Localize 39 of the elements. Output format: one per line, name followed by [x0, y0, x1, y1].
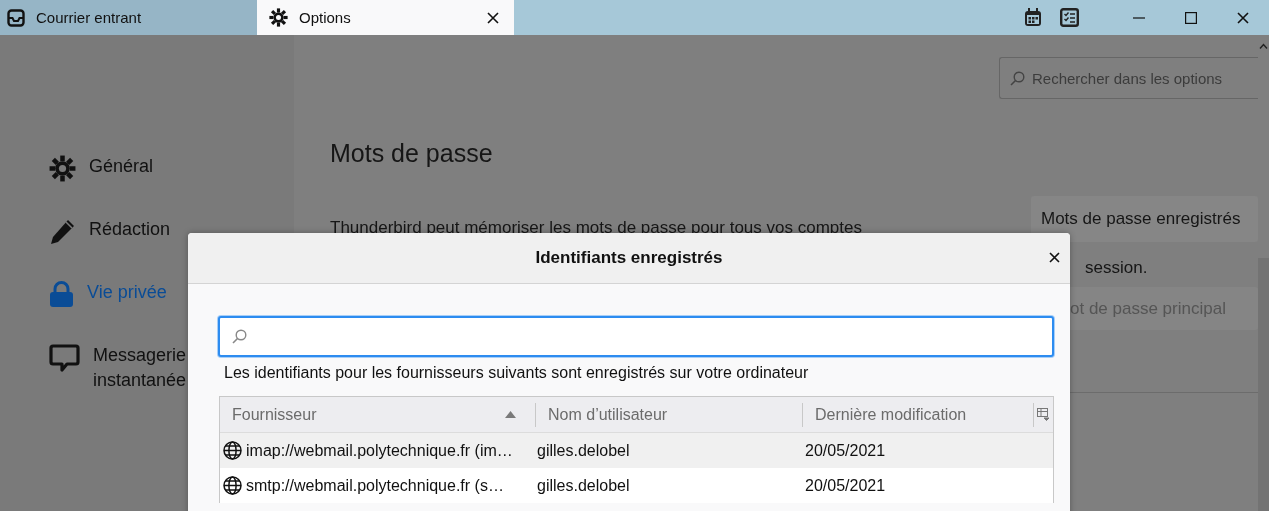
sidebar-item[interactable]: Rédaction	[49, 218, 171, 245]
dialog-title: Identifiants enregistrés	[535, 248, 723, 268]
table-cell: imap://webmail.polytechnique.fr (im…	[246, 441, 513, 460]
column-picker-icon[interactable]	[1037, 408, 1050, 421]
close-icon[interactable]	[486, 10, 500, 25]
maximize-icon[interactable]	[1185, 11, 1197, 24]
info-text: Les identifiants pour les fournisseurs suivants sont enregistrés sur votre ordinateur	[224, 364, 810, 382]
search-field[interactable]: Rechercher dans les options	[999, 57, 1258, 99]
calendar-icon[interactable]	[1024, 8, 1042, 27]
section-heading: Mots de passe	[330, 139, 494, 168]
tab[interactable]: Courrier entrant	[0, 0, 257, 35]
chat-bubble-icon	[49, 344, 80, 373]
table-cell: smtp://webmail.polytechnique.fr (s…	[246, 476, 504, 495]
search-icon	[232, 329, 247, 344]
table-cell: gilles.delobel	[537, 476, 630, 495]
body-text: session.	[1085, 258, 1148, 278]
gear-icon	[269, 8, 288, 27]
table-cell: 20/05/2021	[805, 441, 886, 460]
column-header[interactable]: Nom d’utilisateur	[536, 397, 802, 432]
close-icon[interactable]	[1236, 10, 1250, 25]
table-cell: 20/05/2021	[805, 476, 886, 495]
pencil-icon	[49, 218, 76, 245]
scrollbar-thumb[interactable]	[1258, 258, 1269, 511]
lock-icon	[49, 281, 74, 308]
search-icon	[1010, 70, 1025, 86]
tab[interactable]: Options	[257, 0, 514, 35]
task-list-icon[interactable]	[1059, 8, 1079, 27]
sidebar-item[interactable]: Messagerie instantanée	[49, 344, 193, 393]
close-icon[interactable]	[1048, 251, 1061, 264]
column-header[interactable]: Dernière modification	[803, 397, 1033, 432]
globe-icon	[223, 476, 242, 495]
search-field[interactable]	[218, 316, 1054, 357]
globe-icon	[223, 441, 242, 460]
gear-icon	[49, 155, 76, 182]
table-cell: gilles.delobel	[537, 441, 630, 460]
sidebar-item[interactable]: Général	[49, 155, 154, 182]
inbox-icon	[7, 8, 25, 27]
column-header[interactable]: Fournisseur	[220, 397, 535, 432]
saved-passwords-button[interactable]: Mots de passe enregistrés	[1031, 196, 1258, 242]
